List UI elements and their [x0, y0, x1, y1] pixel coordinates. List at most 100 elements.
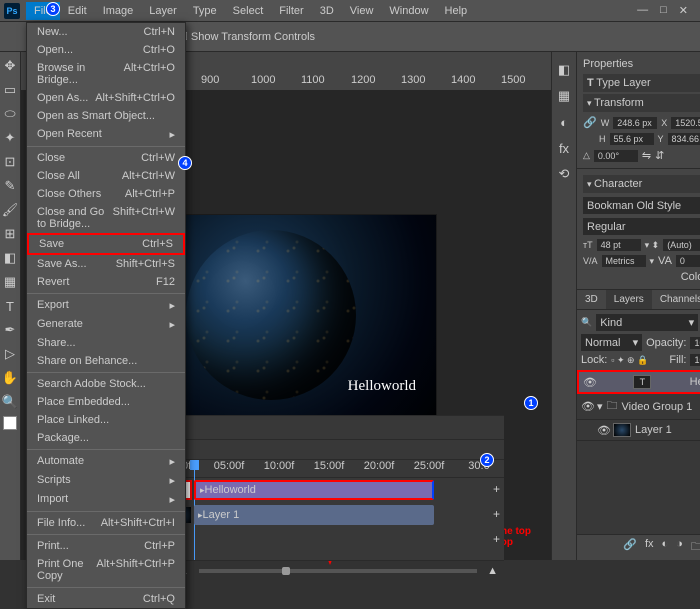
tracking-input[interactable]: 0	[676, 255, 700, 267]
close-icon[interactable]: ✕	[679, 4, 688, 17]
visibility-icon[interactable]: 👁	[597, 424, 609, 437]
menu-item-generate[interactable]: Generate▸	[27, 315, 185, 334]
swatches-panel-icon[interactable]: ▦	[554, 86, 574, 106]
mask-icon[interactable]: ◐	[662, 538, 669, 557]
menu-item-share-on-behance-[interactable]: Share on Behance...	[27, 352, 185, 370]
menu-3d[interactable]: 3D	[312, 2, 342, 20]
menu-item-place-embedded-[interactable]: Place Embedded...	[27, 393, 185, 411]
tab-3d[interactable]: 3D	[577, 290, 606, 309]
path-tool-icon[interactable]: ▷	[0, 344, 20, 364]
tab-channels[interactable]: Channels	[652, 290, 700, 309]
menu-filter[interactable]: Filter	[271, 2, 311, 20]
flip-v-icon[interactable]: ⇵	[655, 149, 664, 162]
add-media-icon[interactable]: +	[493, 482, 500, 496]
fill-input[interactable]: 100%	[690, 354, 700, 366]
link-layers-icon[interactable]: 🔗	[623, 538, 637, 557]
menu-image[interactable]: Image	[95, 2, 142, 20]
height-input[interactable]: 55.6 px	[610, 133, 654, 145]
add-audio-icon[interactable]: +	[493, 532, 500, 546]
menu-item-save[interactable]: SaveCtrl+S	[27, 233, 185, 255]
menu-item-open-recent[interactable]: Open Recent▸	[27, 125, 185, 144]
clip-helloworld[interactable]: ▸ Helloworld	[194, 480, 434, 500]
history-panel-icon[interactable]: ⟲	[554, 164, 574, 184]
opacity-input[interactable]: 100%	[690, 337, 700, 349]
menu-item-search-adobe-stock-[interactable]: Search Adobe Stock...	[27, 375, 185, 393]
minimize-icon[interactable]: —	[637, 4, 648, 17]
menu-item-close-others[interactable]: Close OthersAlt+Ctrl+P	[27, 185, 185, 203]
foreground-color-icon[interactable]	[3, 416, 17, 430]
brush-tool-icon[interactable]: 🖌	[0, 200, 20, 220]
x-input[interactable]: 1520.5 px	[671, 117, 700, 129]
eyedropper-tool-icon[interactable]: ✎	[0, 176, 20, 196]
menu-item-package-[interactable]: Package...	[27, 429, 185, 447]
move-tool-icon[interactable]: ✥	[0, 56, 20, 76]
menu-select[interactable]: Select	[225, 2, 272, 20]
layer-filter-select[interactable]: Kind▾	[596, 314, 698, 331]
flip-h-icon[interactable]: ⇋	[642, 149, 651, 162]
menu-item-export[interactable]: Export▸	[27, 296, 185, 315]
menu-layer[interactable]: Layer	[141, 2, 185, 20]
menu-view[interactable]: View	[342, 2, 382, 20]
zoom-in-icon[interactable]: ▲	[487, 565, 498, 577]
timeline-tracks[interactable]: 0:00f05:00f10:00f15:00f20:00f25:00f30:0 …	[154, 460, 504, 560]
menu-item-place-linked-[interactable]: Place Linked...	[27, 411, 185, 429]
hand-tool-icon[interactable]: ✋	[0, 368, 20, 388]
pen-tool-icon[interactable]: ✒	[0, 320, 20, 340]
layer-video-group[interactable]: 👁 ▾ 🗀 Video Group 1	[577, 394, 700, 420]
maximize-icon[interactable]: □	[660, 4, 667, 17]
font-size-input[interactable]: 48 pt	[597, 239, 641, 251]
kerning-select[interactable]: Metrics	[602, 255, 646, 267]
menu-item-automate[interactable]: Automate▸	[27, 452, 185, 471]
timeline-ruler[interactable]: 0:00f05:00f10:00f15:00f20:00f25:00f30:0	[154, 460, 504, 478]
link-icon[interactable]: 🔗	[583, 116, 597, 129]
layer-layer1[interactable]: 👁 Layer 1	[577, 420, 700, 441]
layer-helloworld[interactable]: 👁 T Helloworld	[577, 370, 700, 394]
y-input[interactable]: 834.66 px	[668, 133, 700, 145]
menu-item-revert[interactable]: RevertF12	[27, 273, 185, 291]
marquee-tool-icon[interactable]: ▭	[0, 80, 20, 100]
menu-item-open-as-smart-object-[interactable]: Open as Smart Object...	[27, 107, 185, 125]
menu-item-browse-in-bridge-[interactable]: Browse in Bridge...Alt+Ctrl+O	[27, 59, 185, 89]
type-tool-icon[interactable]: T	[0, 296, 20, 316]
fx-icon[interactable]: fx	[645, 538, 654, 557]
menu-item-close-all[interactable]: Close AllAlt+Ctrl+W	[27, 167, 185, 185]
menu-item-open-as-[interactable]: Open As...Alt+Shift+Ctrl+O	[27, 89, 185, 107]
clip-layer1[interactable]: ▸ Layer 1	[194, 505, 434, 525]
adjustment-icon[interactable]: ◑	[676, 538, 683, 557]
visibility-icon[interactable]: 👁	[583, 376, 595, 389]
width-input[interactable]: 248.6 px	[613, 117, 657, 129]
menu-window[interactable]: Window	[381, 2, 436, 20]
menu-edit[interactable]: Edit	[60, 2, 95, 20]
group-icon[interactable]: 🗀	[691, 538, 700, 557]
menu-item-close-and-go-to-bridge-[interactable]: Close and Go to Bridge...Shift+Ctrl+W	[27, 203, 185, 233]
menu-item-new-[interactable]: New...Ctrl+N	[27, 23, 185, 41]
font-style-select[interactable]: Regular▾	[583, 218, 700, 235]
menu-item-open-[interactable]: Open...Ctrl+O	[27, 41, 185, 59]
wand-tool-icon[interactable]: ✦	[0, 128, 20, 148]
menu-item-scripts[interactable]: Scripts▸	[27, 471, 185, 490]
add-media-icon[interactable]: +	[493, 507, 500, 521]
tab-layers[interactable]: Layers	[606, 290, 652, 309]
menu-help[interactable]: Help	[437, 2, 476, 20]
menu-item-print-[interactable]: Print...Ctrl+P	[27, 537, 185, 555]
transform-controls-checkbox[interactable]: ☐ Show Transform Controls	[178, 30, 315, 43]
leading-input[interactable]: (Auto)	[663, 239, 700, 251]
crop-tool-icon[interactable]: ⊡	[0, 152, 20, 172]
menu-type[interactable]: Type	[185, 2, 225, 20]
blend-mode-select[interactable]: Normal▾	[581, 334, 642, 351]
zoom-slider[interactable]	[282, 567, 290, 575]
font-family-select[interactable]: Bookman Old Style▾	[583, 197, 700, 214]
folder-collapse-icon[interactable]: ▾	[597, 400, 603, 413]
text-layer-helloworld[interactable]: Helloworld	[348, 378, 416, 395]
menu-item-exit[interactable]: ExitCtrl+Q	[27, 590, 185, 608]
visibility-icon[interactable]: 👁	[581, 400, 593, 413]
menu-item-share-[interactable]: Share...	[27, 334, 185, 352]
menu-item-file-info-[interactable]: File Info...Alt+Shift+Ctrl+I	[27, 514, 185, 532]
menu-item-save-as-[interactable]: Save As...Shift+Ctrl+S	[27, 255, 185, 273]
styles-panel-icon[interactable]: fx	[554, 138, 574, 158]
gradient-tool-icon[interactable]: ▦	[0, 272, 20, 292]
menu-item-close[interactable]: CloseCtrl+W	[27, 149, 185, 167]
color-panel-icon[interactable]: ◧	[554, 60, 574, 80]
angle-input[interactable]: 0.00°	[594, 150, 638, 162]
zoom-tool-icon[interactable]: 🔍	[0, 392, 20, 412]
